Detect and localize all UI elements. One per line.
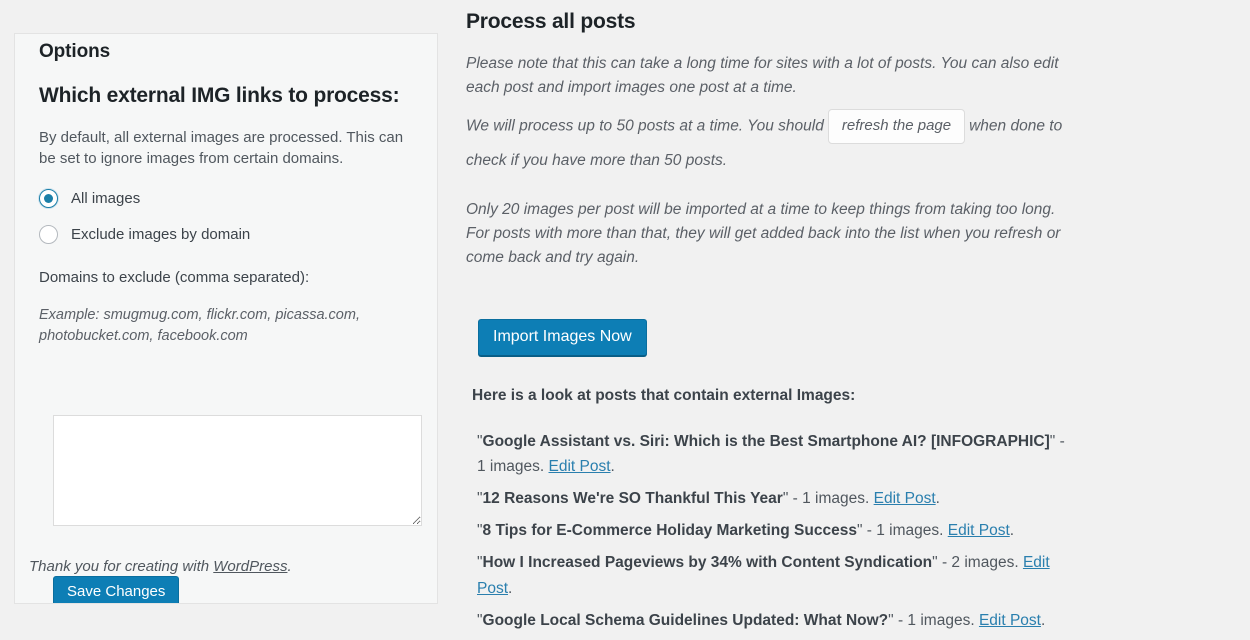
process-note-paragraph: Please note that this can take a long ti… [466,55,1059,96]
post-title: 12 Reasons We're SO Thankful This Year [482,490,783,508]
domains-example-text: Example: smugmug.com, flickr.com, picass… [39,306,360,345]
options-panel-subtitle: Which external IMG links to process: [39,84,400,107]
options-description: By default, all external images are proc… [39,129,404,168]
thank-you-prefix: Thank you for creating with [29,558,214,575]
import-images-now-button[interactable]: Import Images Now [478,319,647,356]
radio-all-images-label: All images [71,189,141,207]
thank-you-suffix: . [287,558,292,575]
post-title: Google Local Schema Guidelines Updated: … [482,611,889,629]
thank-you-note: Thank you for creating with WordPress. [29,558,292,575]
process-image-limit-paragraph: Only 20 images per post will be imported… [466,201,1061,267]
radio-all-images-icon[interactable] [39,188,58,208]
radio-option-exclude-by-domain[interactable]: Exclude images by domain [39,224,413,244]
edit-post-link[interactable]: Edit Post [979,612,1041,629]
process-batch-text-before: We will process up to 50 posts at a time… [466,117,824,135]
post-image-count: - 1 images. [792,490,870,508]
post-title: 8 Tips for E-Commerce Holiday Marketing … [482,522,857,540]
list-item: "Google Assistant vs. Siri: Which is the… [477,433,1065,476]
post-title: How I Increased Pageviews by 34% with Co… [482,554,933,572]
options-panel: Options Which external IMG links to proc… [14,33,438,604]
edit-post-link[interactable]: Edit Post [874,490,936,507]
list-item: "Google Local Schema Guidelines Updated:… [477,611,1046,629]
post-title: Google Assistant vs. Siri: Which is the … [482,433,1050,450]
list-item: "12 Reasons We're SO Thankful This Year"… [477,490,940,508]
radio-exclude-by-domain-label: Exclude images by domain [71,225,251,243]
wordpress-link[interactable]: WordPress [213,558,287,575]
save-changes-button[interactable]: Save Changes [53,576,180,603]
edit-post-link[interactable]: Edit Post [549,458,611,475]
domains-to-exclude-textarea[interactable] [53,415,422,526]
edit-post-link[interactable]: Edit Post [948,522,1010,539]
options-panel-title: Options [39,41,111,62]
post-image-count: - 1 images. [866,522,944,540]
post-image-count: - 1 images. [897,611,975,629]
external-images-posts-list: "Google Assistant vs. Siri: Which is the… [477,429,1077,640]
radio-exclude-by-domain-icon[interactable] [39,224,58,244]
process-batch-paragraph: We will process up to 50 posts at a time… [466,99,1078,177]
post-image-count: - 2 images. [941,554,1019,572]
posts-list-heading: Here is a look at posts that contain ext… [472,387,856,404]
process-all-posts-section: Process all posts Please note that this … [466,0,1086,270]
refresh-the-page-button[interactable]: refresh the page [827,109,966,144]
domains-to-exclude-label: Domains to exclude (comma separated): [39,268,310,286]
process-all-posts-title: Process all posts [466,10,636,33]
radio-option-all-images[interactable]: All images [39,188,413,208]
list-item: "How I Increased Pageviews by 34% with C… [477,554,1050,597]
list-item: "8 Tips for E-Commerce Holiday Marketing… [477,522,1015,540]
